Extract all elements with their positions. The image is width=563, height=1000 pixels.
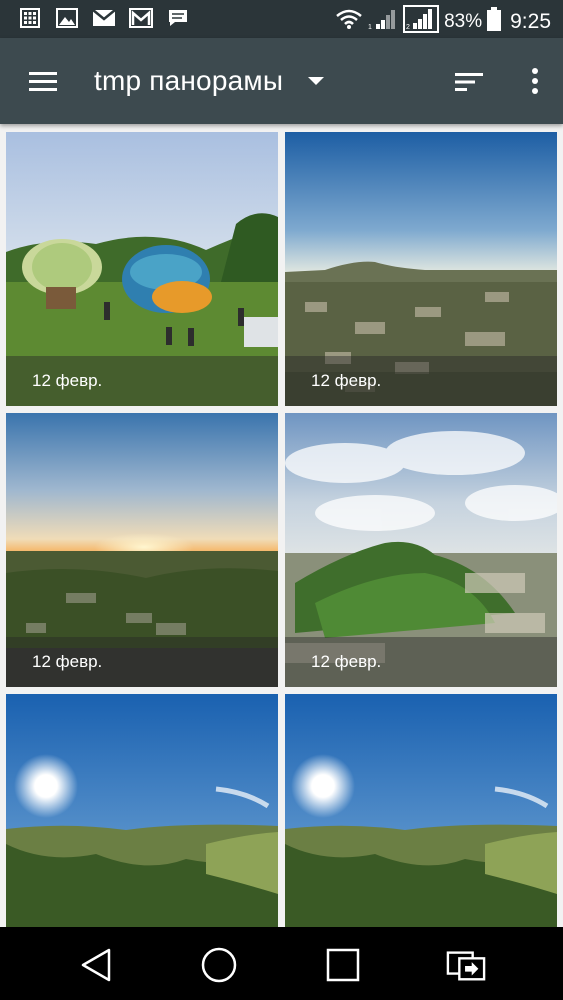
message-icon — [166, 7, 190, 29]
photo-tile[interactable] — [6, 694, 278, 927]
battery-icon — [487, 7, 502, 36]
home-icon — [201, 947, 237, 983]
back-icon — [81, 948, 111, 982]
photo-grid: 12 февр. 12 февр. 12 февр. 12 февр. — [0, 124, 563, 927]
back-button[interactable] — [76, 945, 116, 985]
photo-caption: 12 февр. — [285, 356, 557, 406]
photo-caption: 12 февр. — [285, 637, 557, 687]
page-title: tmp панорамы — [94, 65, 284, 96]
photo-tile[interactable]: 12 февр. — [6, 132, 278, 406]
clock: 9:25 — [510, 9, 551, 33]
photo-date: 12 февр. — [32, 652, 103, 671]
photo-date: 12 февр. — [32, 371, 103, 390]
signal-1-icon: 1 — [368, 7, 398, 36]
home-button[interactable] — [199, 945, 239, 985]
navigation-bar — [0, 927, 563, 1000]
app-bar: tmp панорамы — [0, 38, 563, 124]
battery-percent: 83% — [444, 10, 483, 32]
dual-window-icon — [446, 951, 486, 981]
svg-text:1: 1 — [368, 24, 372, 31]
menu-icon — [29, 72, 57, 91]
photo-caption: 12 февр. — [6, 356, 278, 406]
panorama-thumbnail-valley — [285, 694, 557, 927]
photo-date: 12 февр. — [311, 371, 382, 390]
calculator-icon — [18, 7, 42, 29]
svg-text:2: 2 — [406, 24, 410, 31]
photo-date: 12 февр. — [311, 652, 382, 671]
wifi-icon — [335, 8, 363, 35]
mail-icon — [92, 7, 116, 29]
panorama-thumbnail-valley — [6, 694, 278, 927]
image-icon — [55, 7, 79, 29]
more-options-button[interactable] — [524, 66, 546, 96]
photo-tile[interactable] — [285, 694, 557, 927]
status-bar: 1 2 83% 9:25 — [0, 0, 563, 38]
photo-tile[interactable]: 12 февр. — [285, 132, 557, 406]
dual-window-button[interactable] — [446, 945, 486, 985]
photo-tile[interactable]: 12 февр. — [285, 413, 557, 687]
gmail-icon — [129, 7, 153, 29]
system-status: 1 2 83% 9:25 — [335, 5, 551, 38]
signal-2-icon: 2 — [403, 5, 440, 38]
recents-icon — [326, 948, 360, 982]
album-selector[interactable]: tmp панорамы — [94, 63, 325, 99]
photo-tile[interactable]: 12 февр. — [6, 413, 278, 687]
recents-button[interactable] — [323, 945, 363, 985]
sort-icon — [455, 73, 483, 91]
sort-button[interactable] — [452, 69, 486, 95]
more-vert-icon — [532, 68, 538, 94]
notification-icons — [18, 7, 190, 29]
dropdown-arrow-icon — [308, 77, 325, 85]
menu-button[interactable] — [26, 67, 60, 95]
photo-caption: 12 февр. — [6, 637, 278, 687]
